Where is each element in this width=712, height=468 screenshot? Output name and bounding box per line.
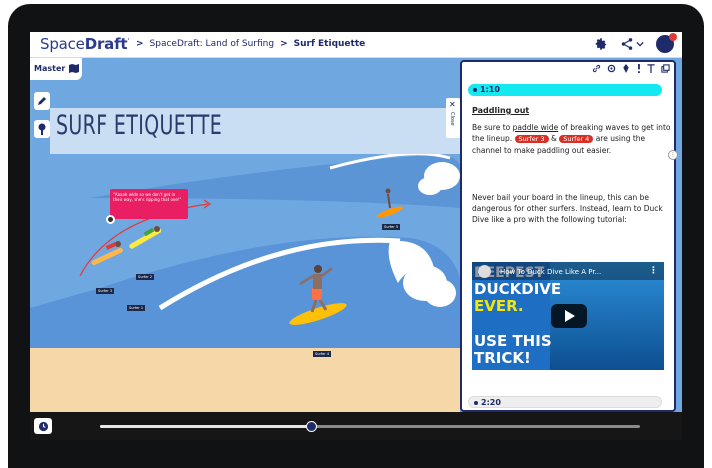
pin-tool-button[interactable] [34,120,50,138]
surfer-tag[interactable]: Surfer 3 [96,288,115,294]
timestamp-label: 2:20 [481,398,501,407]
surfer-chip[interactable]: Surfer 4 [559,135,594,143]
breadcrumb-current: Surf Etiquette [293,39,366,49]
surfer-tag[interactable]: Surfer 2 [136,274,155,280]
panel-drag-handle[interactable]: ⋮ [668,150,678,160]
chevron-down-icon [636,41,644,47]
master-label: Master [34,64,66,73]
map-icon [69,64,80,73]
scene-title: SURF ETIQUETTE [56,110,223,141]
top-nav: SpaceDraft' > SpaceDraft: Land of Surfing… [30,32,682,58]
video-thumb-text: TRICK! [474,349,531,367]
pin-icon [38,123,46,135]
play-button[interactable] [551,304,587,328]
section-title: Paddling out [472,106,530,115]
timestamp-dot [473,88,477,92]
timeline-bar [30,412,682,440]
logo-text-light: Space [40,35,85,53]
close-panel-tab[interactable]: ✕ Close [446,98,460,138]
clock-button[interactable] [34,418,52,434]
flag-icon[interactable] [636,64,641,73]
surfer-tag[interactable]: Surfer 5 [382,224,401,230]
app-screen: SpaceDraft' > SpaceDraft: Land of Surfing… [30,32,682,440]
video-thumb-text: USE THIS [474,332,552,350]
master-selector[interactable]: Master [30,58,82,80]
settings-icon[interactable] [607,64,616,73]
surfer-tag[interactable]: Surfer 4 [313,351,332,357]
surfer-tag[interactable]: Surfer 1 [127,305,146,311]
channel-avatar[interactable] [478,265,491,278]
panel-toolbar [592,64,670,73]
callout-anchor[interactable] [106,215,115,224]
surfer-chip[interactable]: Surfer 3 [514,135,549,143]
timestamp-next[interactable]: 2:20 [468,396,662,408]
paragraph-duckdive: Never bail your board in the lineup, thi… [472,193,663,224]
copy-icon[interactable] [661,64,670,73]
breadcrumb: > SpaceDraft: Land of Surfing > Surf Etique… [130,39,365,49]
header-actions [594,33,677,53]
timestamp-active[interactable]: 1:10 [468,84,662,96]
text-run: Be sure to [472,123,513,132]
link-icon[interactable] [592,64,601,73]
video-embed[interactable]: DEEPEST DUCKDIVE EVER. USE THIS TRICK! H… [472,262,664,370]
pin-icon[interactable] [622,64,630,73]
close-icon: ✕ [449,100,456,109]
text-run: & [548,134,560,143]
breadcrumb-separator: > [136,39,144,49]
clock-icon [38,421,48,431]
pencil-tool-button[interactable] [34,92,50,110]
app-logo[interactable]: SpaceDraft' [40,35,129,53]
timestamp-label: 1:10 [480,85,500,94]
timeline-scrubber[interactable] [305,421,317,432]
pencil-icon [38,97,46,105]
logo-text-bold: Draft [84,35,128,53]
video-thumb-text: DUCKDIVE [474,280,562,298]
logo-mark: ' [127,37,130,45]
story-panel: 1:10 Paddling out Be sure to paddle wide… [460,60,676,412]
timeline-progress [100,425,311,428]
speech-callout[interactable]: "Aaaah wide so we don't get in their way… [110,189,188,219]
breadcrumb-project[interactable]: SpaceDraft: Land of Surfing [150,39,275,49]
video-thumb-text: EVER. [474,297,524,315]
breadcrumb-separator: > [280,39,288,49]
user-avatar[interactable] [656,33,677,53]
paddle-wide-link[interactable]: paddle wide [513,123,559,132]
close-label: Close [449,112,455,126]
timestamp-dot [474,401,478,405]
beach-sand [30,348,460,412]
gear-icon[interactable] [594,37,608,51]
more-vert-icon[interactable]: ⋮ [649,266,658,276]
text-icon[interactable] [647,64,655,73]
timeline-track[interactable] [100,421,640,432]
paragraph-paddling: Be sure to paddle wide of breaking waves… [472,122,672,156]
video-title[interactable]: How To Duck Dive Like A Pr... [500,268,601,276]
share-icon[interactable] [620,37,644,51]
